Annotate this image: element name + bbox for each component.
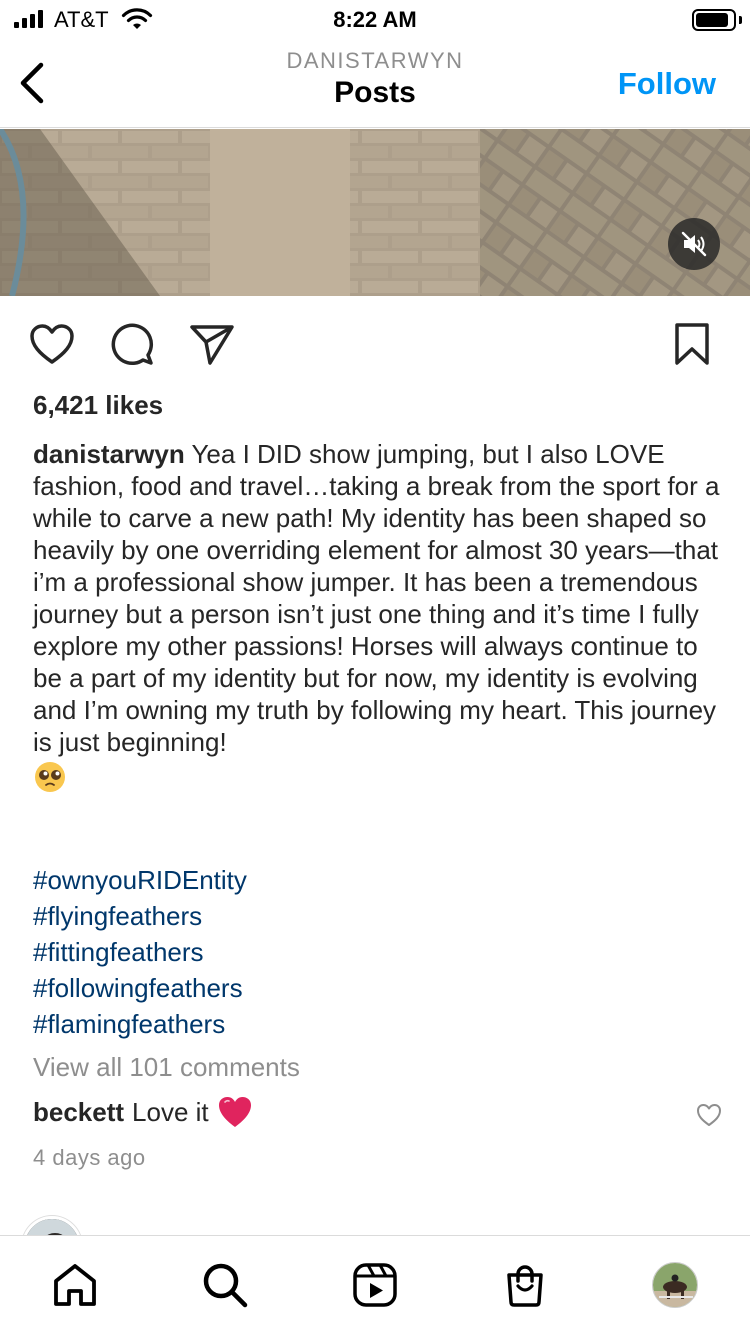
clock: 8:22 AM <box>333 7 417 32</box>
caption-author[interactable]: danistarwyn <box>33 439 185 469</box>
bottom-nav <box>0 1235 750 1334</box>
post-actions <box>0 320 750 370</box>
nav-profile[interactable] <box>650 1260 700 1310</box>
bookmark-icon <box>675 323 709 365</box>
pleading-face-emoji <box>35 762 65 792</box>
profile-avatar-image <box>653 1263 697 1307</box>
like-button[interactable] <box>28 320 76 368</box>
hashtag-link[interactable]: #ownyouRIDEntity <box>33 862 247 898</box>
post-video-frame <box>0 129 750 296</box>
comment-button[interactable] <box>108 320 156 368</box>
header: DANISTARWYN Posts Follow <box>0 40 750 128</box>
save-button[interactable] <box>668 320 716 368</box>
speaker-muted-icon <box>681 231 707 257</box>
search-icon <box>203 1263 248 1308</box>
post-timestamp: 4 days ago <box>33 1145 146 1170</box>
view-all-comments-link[interactable]: View all 101 comments <box>33 1052 300 1083</box>
profile-avatar <box>652 1262 698 1308</box>
comment-author[interactable]: beckett <box>33 1097 124 1128</box>
hashtag-link[interactable]: #fittingfeathers <box>33 934 247 970</box>
share-button[interactable] <box>188 320 236 368</box>
nav-reels[interactable] <box>350 1260 400 1310</box>
hashtag-link[interactable]: #flyingfeathers <box>33 898 247 934</box>
comment-bubble-icon <box>111 323 154 366</box>
nav-shop[interactable] <box>500 1260 550 1310</box>
hashtag-list: #ownyouRIDEntity #flyingfeathers #fittin… <box>33 862 247 1042</box>
battery-icon <box>692 9 736 31</box>
likes-count[interactable]: 6,421 likes <box>33 390 163 421</box>
reels-icon <box>353 1263 397 1307</box>
battery-nub <box>739 16 742 24</box>
red-heart-emoji <box>218 1097 251 1127</box>
post-media[interactable] <box>0 129 750 296</box>
comment-text: Love it <box>132 1096 209 1127</box>
nav-home[interactable] <box>50 1260 100 1310</box>
heart-icon <box>30 324 74 364</box>
top-comment: beckett Love it <box>33 1095 253 1129</box>
shop-icon <box>507 1265 543 1307</box>
post-caption: danistarwyn Yea I DID show jumping, but … <box>33 438 723 801</box>
home-icon <box>54 1264 96 1306</box>
caption-text: Yea I DID show jumping, but I also LOVE … <box>33 439 720 757</box>
hashtag-link[interactable]: #flamingfeathers <box>33 1006 247 1042</box>
follow-button[interactable]: Follow <box>618 66 716 102</box>
comment-like-heart-icon[interactable] <box>696 1102 722 1128</box>
mute-button[interactable] <box>668 218 720 270</box>
status-bar: AT&T 8:22 AM <box>0 0 750 40</box>
hashtag-link[interactable]: #followingfeathers <box>33 970 247 1006</box>
paper-plane-icon <box>190 325 234 365</box>
nav-search[interactable] <box>200 1260 250 1310</box>
